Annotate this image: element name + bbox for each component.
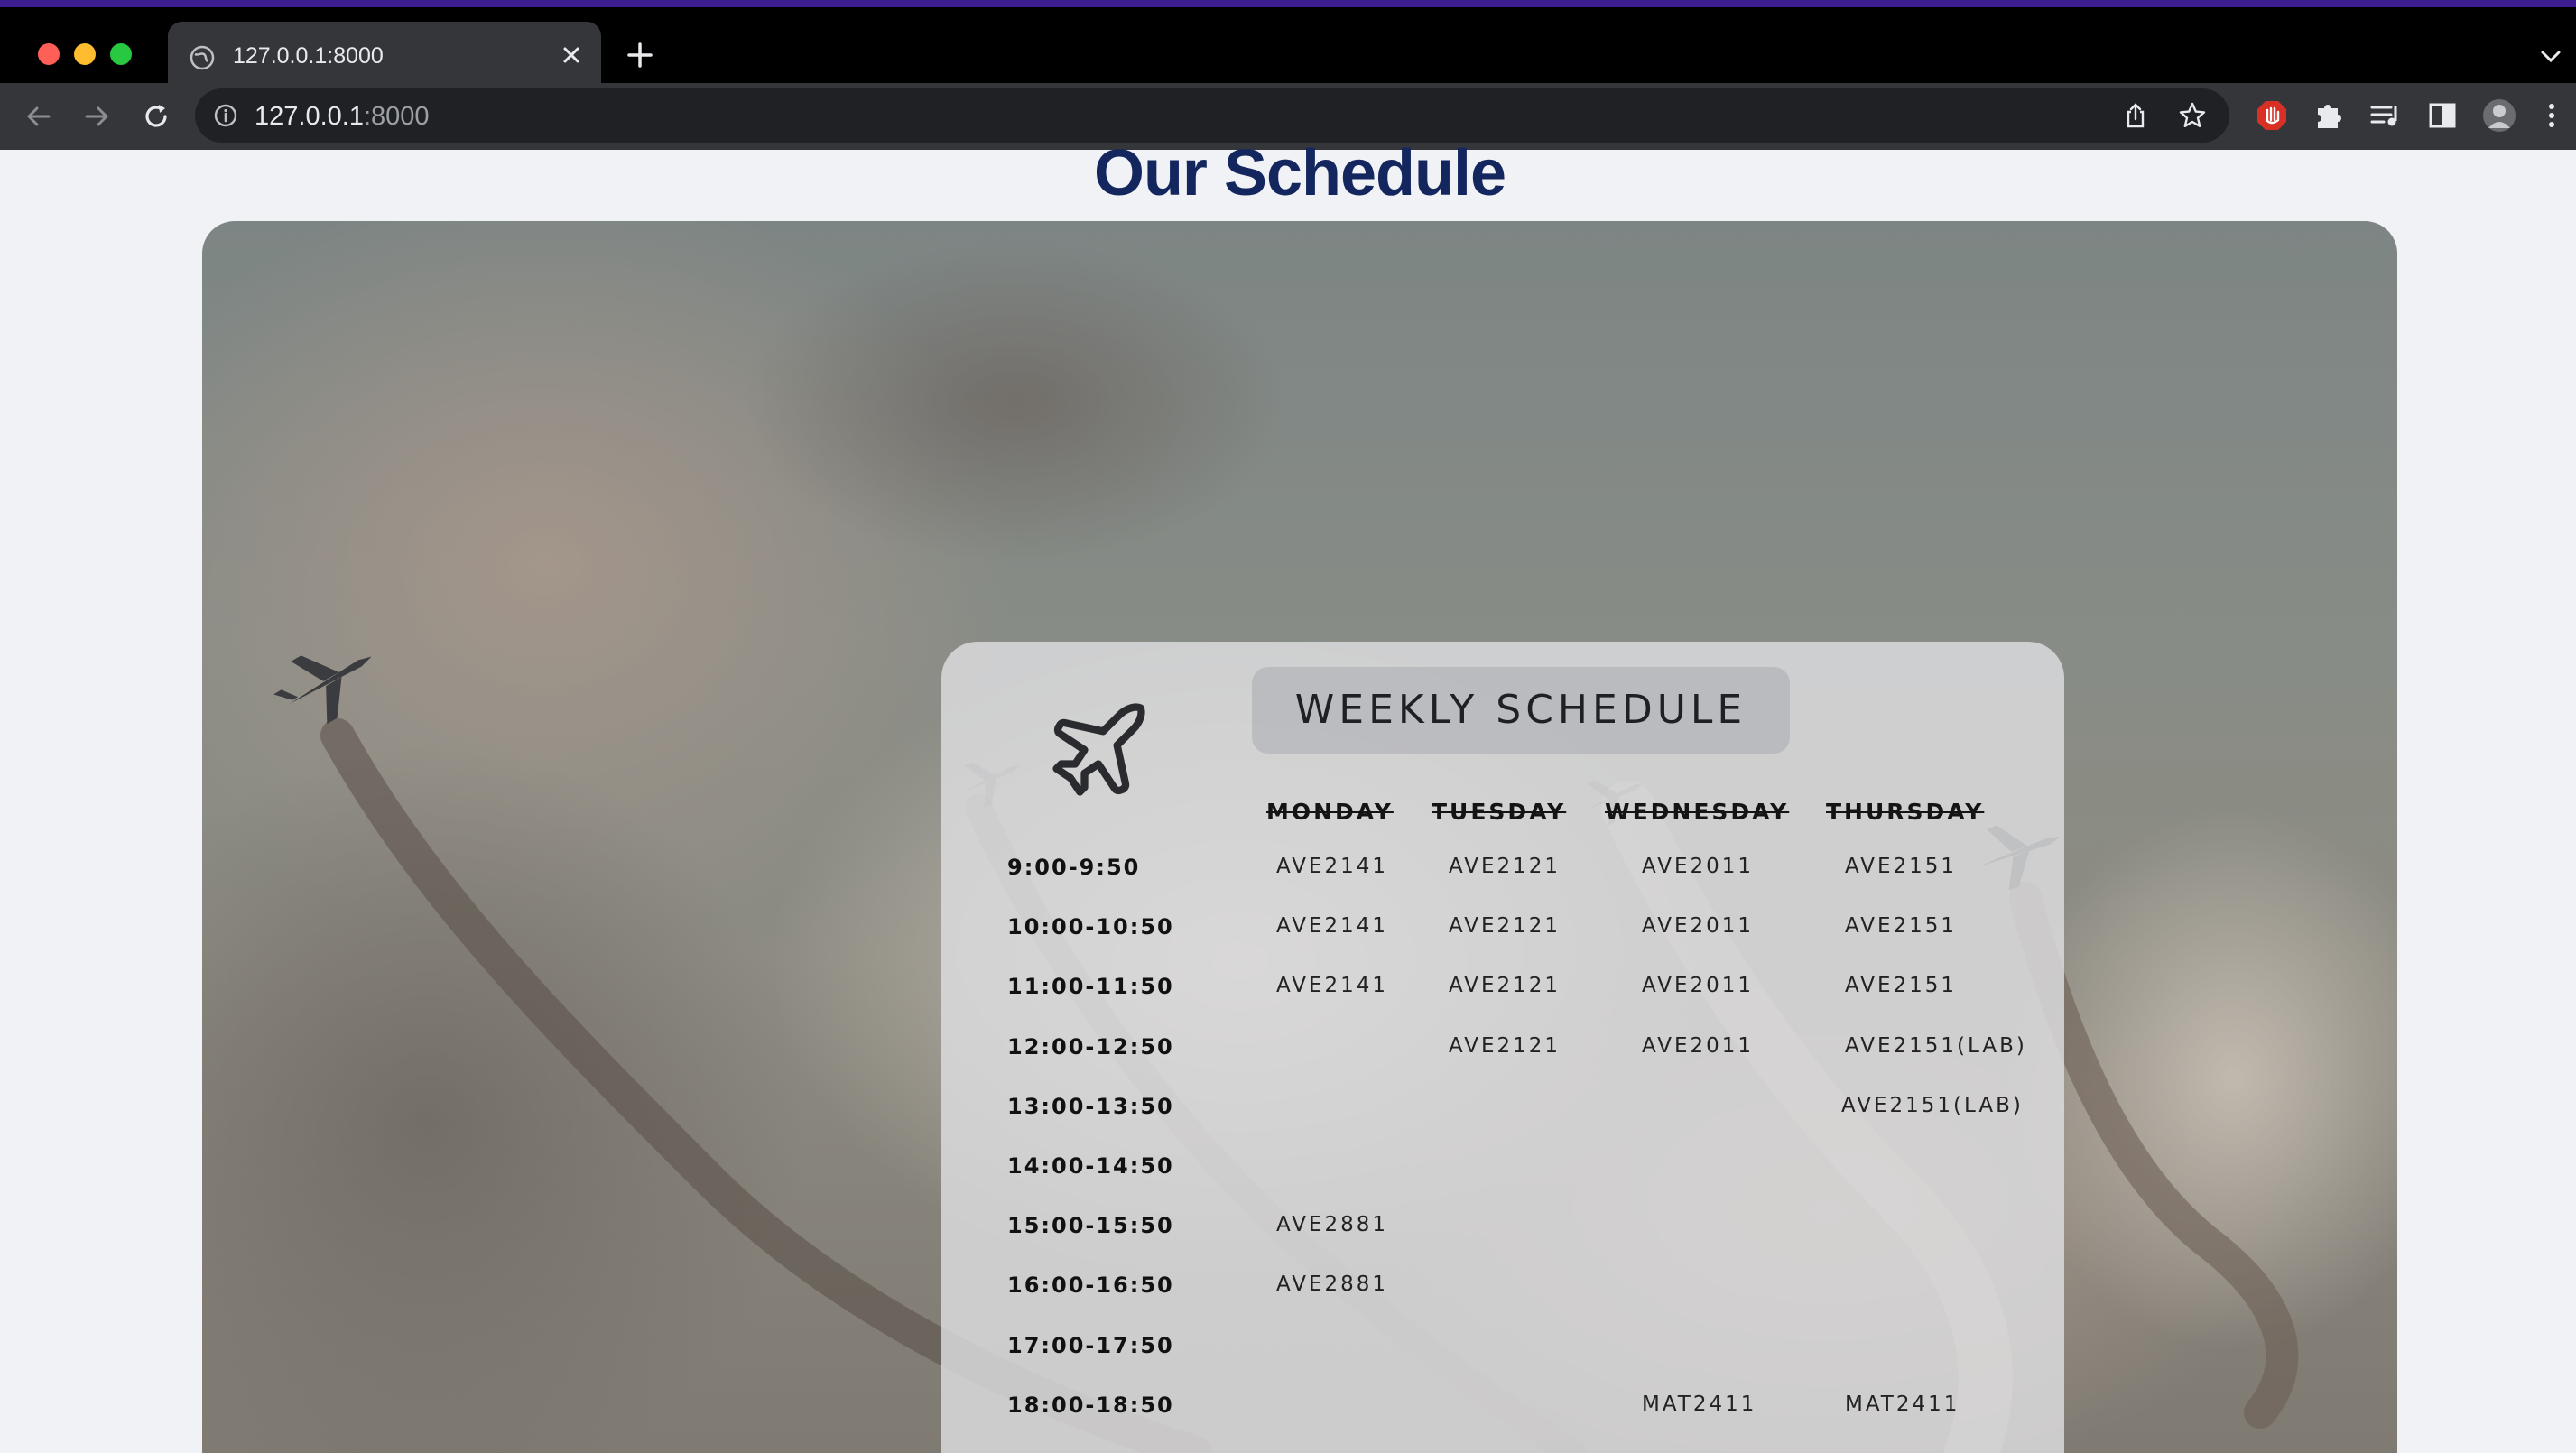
course-cell-monday: AVE2141 (1276, 974, 1389, 997)
info-icon[interactable] (213, 103, 238, 128)
schedule-row: 10:00-10:50 AVE2141 AVE2121 AVE2011 AVE2151 (941, 914, 2064, 950)
close-tab-icon[interactable] (558, 42, 585, 69)
schedule-row: 15:00-15:50 AVE2881 (941, 1213, 2064, 1249)
back-arrow-icon[interactable] (22, 99, 56, 134)
day-header-thursday: THURSDAY (1826, 799, 1985, 825)
course-cell-monday: AVE2141 (1276, 914, 1389, 938)
weekly-schedule-card: WEEKLY SCHEDULE MONDAY TUESDAY WEDNESDAY… (941, 642, 2064, 1453)
day-header-tuesday: TUESDAY (1432, 799, 1567, 825)
schedule-row: 17:00-17:50 (941, 1333, 2064, 1369)
time-slot: 17:00-17:50 (1007, 1333, 1174, 1358)
adblock-extension-icon[interactable] (2254, 97, 2290, 134)
new-tab-icon[interactable] (625, 40, 655, 70)
course-cell-thursday: AVE2151 (1845, 914, 1958, 938)
course-cell-wednesday: AVE2011 (1642, 1034, 1755, 1058)
side-panel-icon[interactable] (2424, 97, 2460, 134)
time-slot: 11:00-11:50 (1007, 974, 1174, 999)
time-slot: 9:00-9:50 (1007, 855, 1141, 880)
bookmark-star-icon[interactable] (2177, 100, 2208, 131)
close-window-button[interactable] (38, 43, 60, 65)
page-title: Our Schedule (1093, 137, 1506, 209)
url-port: :8000 (363, 102, 430, 131)
course-cell-wednesday: AVE2011 (1642, 914, 1755, 938)
profile-avatar[interactable] (2481, 97, 2517, 134)
course-cell-thursday: AVE2151 (1845, 974, 1958, 997)
schedule-row: 16:00-16:50 AVE2881 (941, 1273, 2064, 1309)
course-cell-tuesday: AVE2121 (1449, 1034, 1561, 1058)
chevron-down-icon[interactable] (2538, 47, 2563, 67)
day-header-wednesday: WEDNESDAY (1605, 799, 1790, 825)
extensions-puzzle-icon[interactable] (2311, 97, 2347, 134)
hero-background-image: WEEKLY SCHEDULE MONDAY TUESDAY WEDNESDAY… (202, 221, 2397, 1453)
schedule-title: WEEKLY SCHEDULE (1294, 687, 1747, 733)
tab-title: 127.0.0.1:8000 (233, 43, 384, 69)
url-text[interactable]: 127.0.0.1:8000 (255, 102, 430, 132)
time-slot: 12:00-12:50 (1007, 1034, 1174, 1060)
time-slot: 10:00-10:50 (1007, 914, 1174, 939)
time-slot: 14:00-14:50 (1007, 1153, 1174, 1179)
forward-arrow-icon[interactable] (79, 99, 114, 134)
schedule-row: 12:00-12:50 AVE2121 AVE2011 AVE2151(LAB) (941, 1034, 2064, 1070)
maximize-window-button[interactable] (110, 43, 132, 65)
minimize-window-button[interactable] (74, 43, 96, 65)
course-cell-wednesday: AVE2011 (1642, 974, 1755, 997)
course-cell-wednesday: AVE2011 (1642, 855, 1755, 878)
course-cell-monday: AVE2881 (1276, 1213, 1389, 1236)
share-icon[interactable] (2121, 101, 2150, 130)
course-cell-monday: AVE2141 (1276, 855, 1389, 878)
schedule-row: 18:00-18:50 MAT2411 MAT2411 (941, 1393, 2064, 1429)
schedule-row: 11:00-11:50 AVE2141 AVE2121 AVE2011 AVE2151 (941, 974, 2064, 1010)
reload-icon[interactable] (139, 99, 173, 134)
day-header-monday: MONDAY (1266, 799, 1394, 825)
airplane-icon (1052, 703, 1145, 796)
course-cell-monday: AVE2881 (1276, 1273, 1389, 1296)
time-slot: 15:00-15:50 (1007, 1213, 1174, 1238)
more-menu-icon[interactable] (2540, 97, 2563, 134)
time-slot: 18:00-18:50 (1007, 1393, 1174, 1418)
course-cell-thursday: AVE2151(LAB) (1841, 1094, 2024, 1117)
window-accent-bar (0, 0, 2576, 7)
url-host: 127.0.0.1 (255, 102, 364, 131)
reading-list-icon[interactable] (2368, 97, 2404, 134)
globe-icon (190, 45, 215, 70)
schedule-row: 13:00-13:50 AVE2151(LAB) (941, 1094, 2064, 1130)
time-slot: 13:00-13:50 (1007, 1094, 1174, 1119)
course-cell-tuesday: AVE2121 (1449, 974, 1561, 997)
browser-tab[interactable]: 127.0.0.1:8000 (168, 22, 601, 90)
course-cell-thursday: AVE2151(LAB) (1845, 1034, 2027, 1058)
course-cell-thursday: AVE2151 (1845, 855, 1958, 878)
time-slot: 16:00-16:50 (1007, 1273, 1174, 1298)
tab-bar: 127.0.0.1:8000 (0, 7, 2576, 90)
address-bar[interactable]: 127.0.0.1:8000 (195, 88, 2229, 143)
schedule-title-box: WEEKLY SCHEDULE (1252, 667, 1790, 754)
schedule-row: 14:00-14:50 (941, 1153, 2064, 1189)
course-cell-thursday: MAT2411 (1845, 1393, 1960, 1416)
schedule-row: 9:00-9:50 AVE2141 AVE2121 AVE2011 AVE2151 (941, 855, 2064, 891)
course-cell-tuesday: AVE2121 (1449, 914, 1561, 938)
course-cell-wednesday: MAT2411 (1642, 1393, 1757, 1416)
course-cell-tuesday: AVE2121 (1449, 855, 1561, 878)
